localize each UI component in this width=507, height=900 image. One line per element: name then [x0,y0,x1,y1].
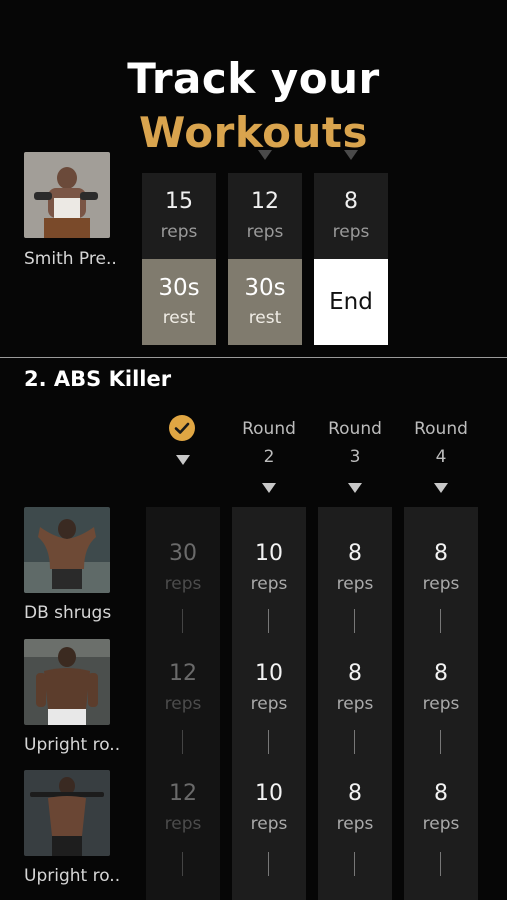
rest-divider [268,852,269,876]
rest-divider [354,852,355,876]
triangle-down-icon [348,483,362,493]
triangle-down-icon [262,483,276,493]
exercise-label-db-shrugs: DB shrugs [24,603,112,623]
round-3-word: Round [328,419,382,439]
table-cell-r2c3[interactable]: 8 reps [318,660,392,716]
exercise-thumbnail-upright-row-2[interactable] [24,770,110,856]
rest-2-unit: rest [248,308,282,328]
cell-value: 8 [434,541,448,566]
rest-button-1[interactable]: 30s rest [142,259,216,345]
rest-divider [182,609,183,633]
cell-value: 8 [434,661,448,686]
cell-unit: reps [422,574,460,594]
triangle-down-icon [176,455,190,465]
exercise-thumbnail-upright-row-1[interactable] [24,639,110,725]
table-cell-r3c4[interactable]: 8 reps [404,780,478,836]
rest-button-2[interactable]: 30s rest [228,259,302,345]
round-4-number: 4 [435,447,447,467]
cell-unit: reps [250,814,288,834]
cell-unit: reps [336,694,374,714]
table-cell-r3c1[interactable]: 12 reps [146,780,220,836]
table-cell-r2c4[interactable]: 8 reps [404,660,478,716]
triangle-down-icon [434,483,448,493]
rest-1-unit: rest [162,308,196,328]
hero-title-line1: Track your [127,54,380,103]
cell-unit: reps [164,814,202,834]
table-cell-r1c4[interactable]: 8 reps [404,540,478,596]
set-1-reps-unit: reps [160,222,198,242]
cell-unit: reps [250,574,288,594]
hero-title-line2: Workouts [138,108,369,157]
cell-value: 10 [255,661,283,686]
cell-unit: reps [164,574,202,594]
cell-unit: reps [164,694,202,714]
set-2-reps: 12 reps [228,188,302,244]
rest-1-value: 30s [158,275,200,301]
rest-divider [440,730,441,754]
round-2-word: Round [242,419,296,439]
triangle-down-icon [258,150,272,160]
set-3-reps: 8 reps [314,188,388,244]
cell-unit: reps [336,814,374,834]
cell-value: 12 [169,661,197,686]
cell-value: 12 [169,781,197,806]
table-cell-r1c2[interactable]: 10 reps [232,540,306,596]
cell-unit: reps [336,574,374,594]
table-cell-r1c1[interactable]: 30 reps [146,540,220,596]
round-4-header[interactable]: Round 4 [396,415,486,471]
rest-divider [268,609,269,633]
cell-value: 8 [348,541,362,566]
cell-unit: reps [250,694,288,714]
rest-divider [440,609,441,633]
section-divider [0,357,507,358]
exercise-label-upright-row-2: Upright ro.. [24,866,121,886]
rest-2-value: 30s [244,275,286,301]
cell-value: 30 [169,541,197,566]
check-circle-icon[interactable] [169,415,195,441]
set-2-reps-unit: reps [246,222,284,242]
table-cell-r3c3[interactable]: 8 reps [318,780,392,836]
table-cell-r1c3[interactable]: 8 reps [318,540,392,596]
rest-divider [182,852,183,876]
cell-unit: reps [422,694,460,714]
rest-divider [440,852,441,876]
round-3-header[interactable]: Round 3 [310,415,400,471]
cell-value: 8 [348,781,362,806]
set-3-reps-value: 8 [344,189,358,214]
cell-value: 8 [434,781,448,806]
set-3-reps-unit: reps [332,222,370,242]
set-1-reps-value: 15 [165,189,193,214]
table-cell-r2c1[interactable]: 12 reps [146,660,220,716]
section-title: 2. ABS Killer [24,367,172,391]
table-cell-r3c2[interactable]: 10 reps [232,780,306,836]
exercise-thumbnail-smith-press[interactable] [24,152,110,238]
round-3-number: 3 [349,447,361,467]
cell-value: 10 [255,541,283,566]
rest-divider [354,609,355,633]
rest-divider [354,730,355,754]
cell-value: 8 [348,661,362,686]
exercise-label-smith-press: Smith Pre.. [24,249,117,269]
round-2-header[interactable]: Round 2 [224,415,314,471]
cell-unit: reps [422,814,460,834]
rest-divider [182,730,183,754]
end-button[interactable]: End [314,259,388,345]
triangle-down-icon [344,150,358,160]
round-2-number: 2 [263,447,275,467]
exercise-thumbnail-db-shrugs[interactable] [24,507,110,593]
rest-divider [268,730,269,754]
set-1-reps: 15 reps [142,188,216,244]
exercise-label-upright-row-1: Upright ro.. [24,735,121,755]
set-2-reps-value: 12 [251,189,279,214]
table-cell-r2c2[interactable]: 10 reps [232,660,306,716]
round-4-word: Round [414,419,468,439]
cell-value: 10 [255,781,283,806]
